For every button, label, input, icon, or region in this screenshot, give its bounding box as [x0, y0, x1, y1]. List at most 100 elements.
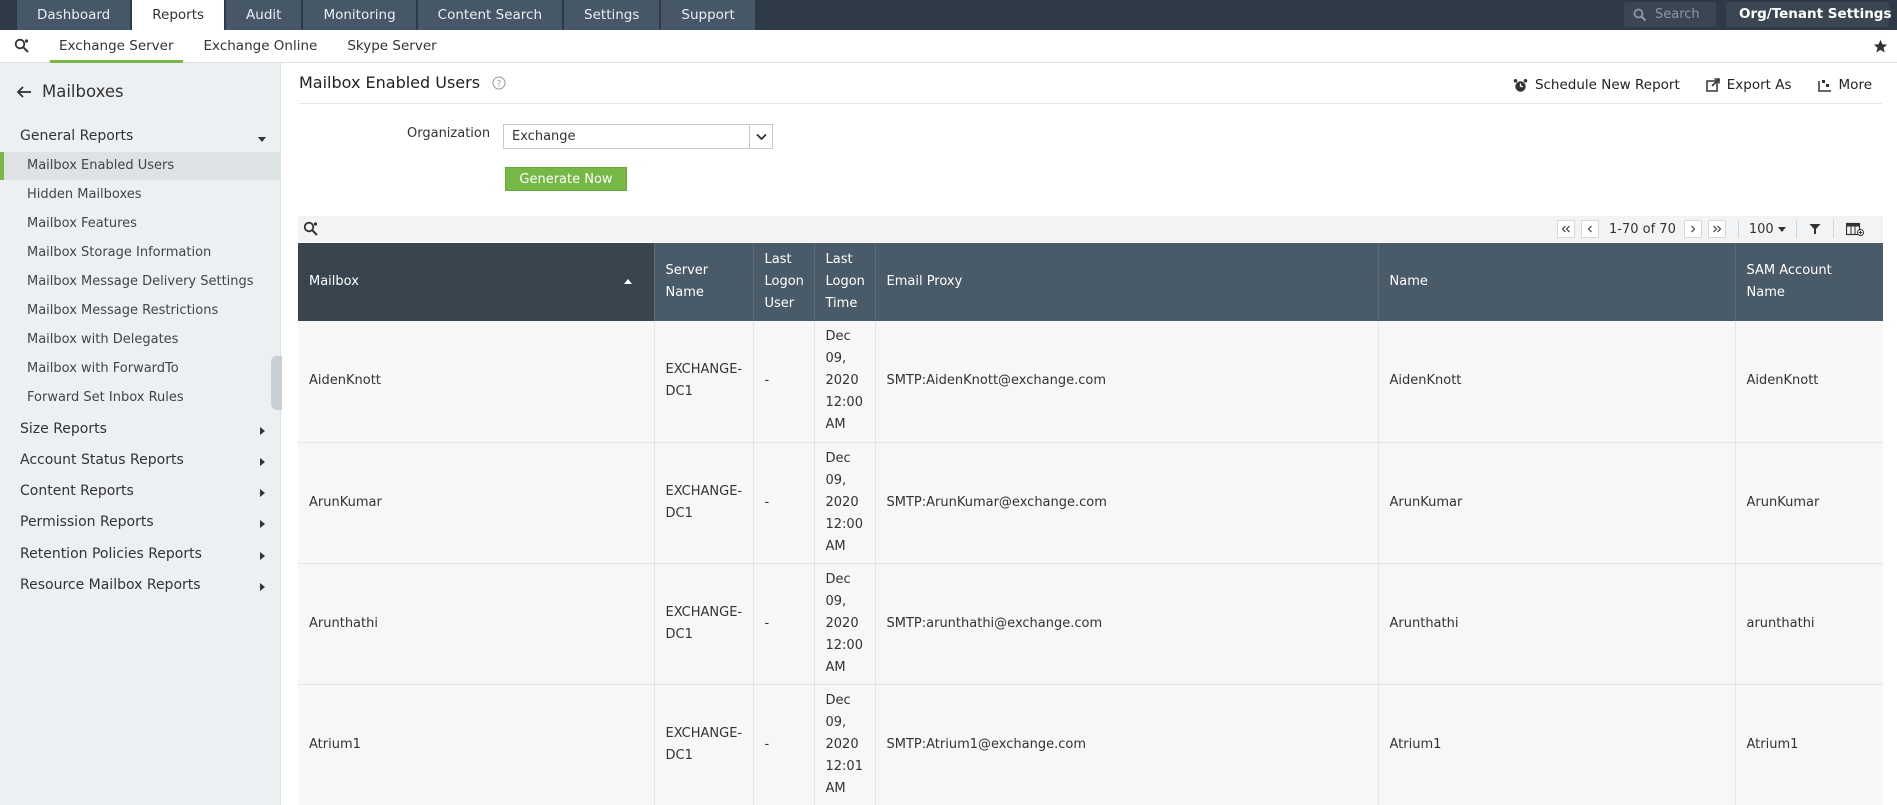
cell-name: AidenKnott: [1378, 321, 1736, 443]
search-config-icon[interactable]: [14, 38, 30, 54]
page-range: 1-70 of 70: [1609, 221, 1676, 237]
table-row: ArunKumar EXCHANGE-DC1 - Dec 09, 2020 12…: [298, 442, 1883, 564]
cell-email-proxy: SMTP:ArunKumar@exchange.com: [875, 442, 1379, 564]
column-header-server-name[interactable]: Server Name: [654, 243, 754, 321]
rows-per-page-select[interactable]: 100: [1745, 222, 1790, 237]
caret-right-icon: [260, 520, 265, 528]
nav-tab-support[interactable]: Support: [661, 0, 755, 30]
cell-sam-account-name: ArunKumar: [1735, 442, 1883, 564]
cell-last-logon-user: -: [753, 321, 815, 443]
nav-tab-audit[interactable]: Audit: [226, 0, 302, 30]
sidebar-item-forward-set-inbox-rules[interactable]: Forward Set Inbox Rules: [0, 384, 280, 412]
cell-server-name: EXCHANGE-DC1: [654, 442, 754, 564]
nav-tab-settings[interactable]: Settings: [564, 0, 660, 30]
sidebar-group-account-status-reports[interactable]: Account Status Reports: [20, 452, 270, 468]
sidebar-item-mailbox-with-forwardto[interactable]: Mailbox with ForwardTo: [0, 355, 280, 383]
column-header-label: Mailbox: [309, 274, 359, 289]
cell-mailbox: ArunKumar: [298, 442, 655, 564]
star-icon[interactable]: [1873, 39, 1888, 54]
schedule-new-report-button[interactable]: Schedule New Report: [1513, 77, 1680, 93]
nav-tab-reports[interactable]: Reports: [132, 0, 225, 30]
column-header-last-logon-user[interactable]: Last Logon User: [753, 243, 815, 321]
caret-down-icon: [258, 137, 266, 142]
tab-exchange-server[interactable]: Exchange Server: [50, 30, 183, 63]
back-arrow-icon[interactable]: [16, 85, 32, 99]
cell-server-name: EXCHANGE-DC1: [654, 321, 754, 443]
generate-now-button[interactable]: Generate Now: [505, 167, 627, 191]
sidebar-item-mailbox-message-restrictions[interactable]: Mailbox Message Restrictions: [0, 297, 280, 325]
tab-exchange-online[interactable]: Exchange Online: [195, 30, 327, 63]
sidebar-group-resource-mailbox-reports[interactable]: Resource Mailbox Reports: [20, 577, 270, 593]
last-page-button[interactable]: [1707, 220, 1726, 238]
nav-tab-content-search[interactable]: Content Search: [417, 0, 563, 30]
nav-tab-dashboard[interactable]: Dashboard: [17, 0, 131, 30]
sidebar-group-general-reports[interactable]: General Reports: [20, 128, 270, 144]
cell-email-proxy: SMTP:arunthathi@exchange.com: [875, 563, 1379, 685]
sidebar-item-hidden-mailboxes[interactable]: Hidden Mailboxes: [0, 181, 280, 209]
sub-nav-tabs: Exchange Server Exchange Online Skype Se…: [50, 30, 458, 63]
svg-text:?: ?: [497, 79, 502, 89]
more-label: More: [1838, 77, 1872, 93]
sub-nav-bar: Exchange Server Exchange Online Skype Se…: [0, 30, 1897, 63]
chevron-right-icon: [1690, 225, 1696, 233]
divider: [299, 103, 1882, 104]
column-header-sam-account-name[interactable]: SAM Account Name: [1735, 243, 1883, 321]
report-title-bar: Mailbox Enabled Users ?: [299, 73, 506, 92]
caret-right-icon: [260, 489, 265, 497]
column-header-last-logon-time[interactable]: Last Logon Time: [814, 243, 876, 321]
column-header-mailbox[interactable]: Mailbox: [298, 243, 655, 321]
column-chooser-icon[interactable]: [1845, 222, 1864, 236]
export-as-label: Export As: [1726, 77, 1792, 93]
nav-tab-monitoring[interactable]: Monitoring: [303, 0, 416, 30]
caret-right-icon: [260, 552, 265, 560]
caret-right-icon: [260, 458, 265, 466]
schedule-new-report-label: Schedule New Report: [1534, 77, 1680, 93]
chevron-down-icon[interactable]: [749, 125, 772, 148]
first-page-button[interactable]: [1557, 220, 1575, 238]
tab-skype-server[interactable]: Skype Server: [338, 30, 445, 63]
double-chevron-right-icon: [1712, 225, 1722, 233]
sidebar-group-label: General Reports: [20, 128, 134, 144]
sidebar-item-mailbox-enabled-users[interactable]: Mailbox Enabled Users: [0, 152, 280, 180]
more-button[interactable]: More: [1817, 77, 1872, 93]
help-icon[interactable]: ?: [492, 76, 506, 90]
sidebar-item-mailbox-message-delivery-settings[interactable]: Mailbox Message Delivery Settings: [0, 268, 280, 296]
prev-page-button[interactable]: [1581, 220, 1599, 238]
sidebar-item-mailbox-features[interactable]: Mailbox Features: [0, 210, 280, 238]
cell-last-logon-time: Dec 09, 2020 12:00 AM: [814, 321, 876, 443]
top-nav-bar: Dashboard Reports Audit Monitoring Conte…: [0, 0, 1897, 30]
sidebar-item-mailbox-storage-information[interactable]: Mailbox Storage Information: [0, 239, 280, 267]
export-icon: [1706, 78, 1720, 92]
sidebar-group-content-reports[interactable]: Content Reports: [20, 483, 270, 499]
cell-sam-account-name: arunthathi: [1735, 563, 1883, 685]
sidebar-group-label: Permission Reports: [20, 514, 154, 530]
cell-last-logon-time: Dec 09, 2020 12:01 AM: [814, 684, 876, 805]
sidebar-group-size-reports[interactable]: Size Reports: [20, 421, 270, 437]
sidebar-collapse-handle[interactable]: [271, 356, 282, 410]
cell-mailbox: Arunthathi: [298, 563, 655, 685]
sidebar-group-retention-policies-reports[interactable]: Retention Policies Reports: [20, 546, 270, 562]
sidebar-header: Mailboxes: [16, 82, 124, 101]
divider: [1832, 220, 1834, 238]
sidebar-group-permission-reports[interactable]: Permission Reports: [20, 514, 270, 530]
column-header-email-proxy[interactable]: Email Proxy: [875, 243, 1379, 321]
table-row: Atrium1 EXCHANGE-DC1 - Dec 09, 2020 12:0…: [298, 684, 1883, 805]
double-chevron-left-icon: [1561, 225, 1570, 233]
cell-last-logon-user: -: [753, 563, 815, 685]
table-header-row: Mailbox Server Name Last Logon User Last…: [298, 243, 1883, 321]
organization-select[interactable]: Exchange: [503, 124, 773, 149]
sidebar-item-mailbox-with-delegates[interactable]: Mailbox with Delegates: [0, 326, 280, 354]
table-row: AidenKnott EXCHANGE-DC1 - Dec 09, 2020 1…: [298, 321, 1883, 443]
org-tenant-settings-button[interactable]: Org/Tenant Settings: [1726, 2, 1892, 27]
table-search-icon[interactable]: [303, 221, 319, 237]
cell-sam-account-name: AidenKnott: [1735, 321, 1883, 443]
report-actions: Schedule New Report Export As More: [1513, 77, 1872, 93]
global-search-input[interactable]: Search: [1624, 2, 1716, 27]
export-as-button[interactable]: Export As: [1706, 77, 1792, 93]
cell-last-logon-time: Dec 09, 2020 12:00 AM: [814, 442, 876, 564]
page-title: Mailbox Enabled Users: [299, 73, 481, 92]
column-header-name[interactable]: Name: [1378, 243, 1736, 321]
filter-icon[interactable]: [1809, 223, 1821, 235]
cell-mailbox: AidenKnott: [298, 321, 655, 443]
next-page-button[interactable]: [1683, 220, 1702, 238]
